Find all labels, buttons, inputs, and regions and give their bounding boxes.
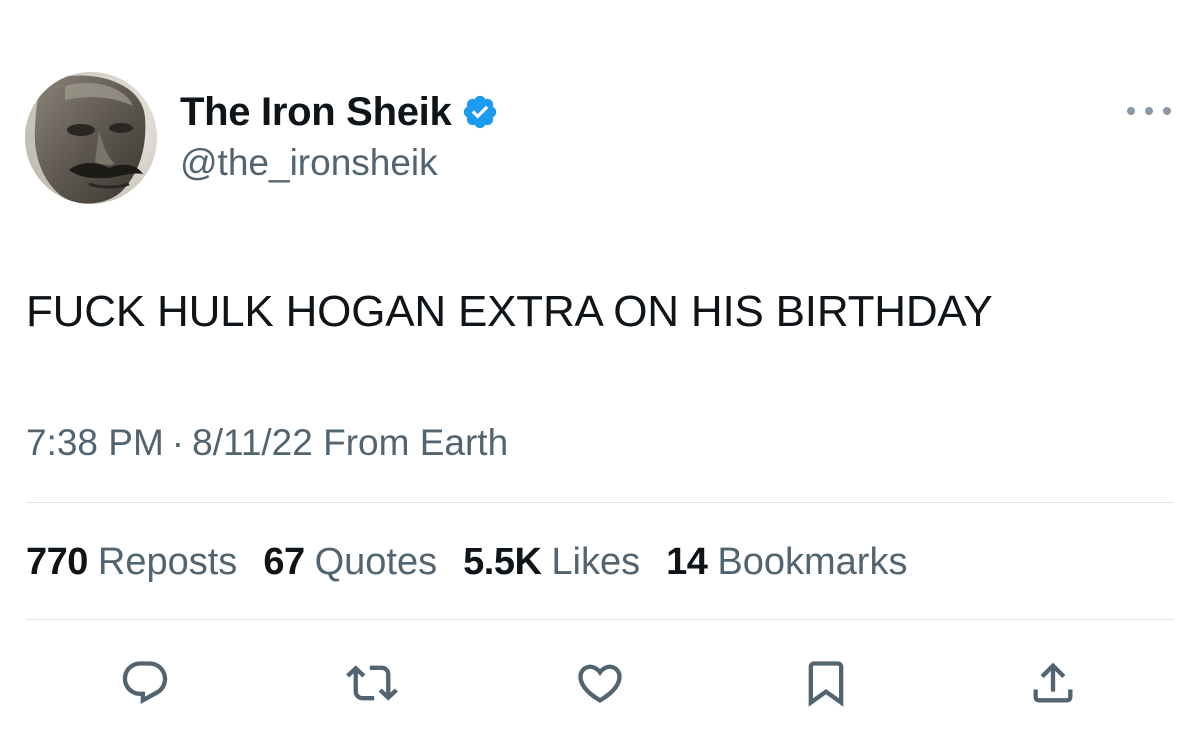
tweet-stats: 770 Reposts 67 Quotes 5.5K Likes 14 Book… <box>26 538 933 586</box>
display-name-row: The Iron Sheik <box>180 88 499 136</box>
more-dot <box>1163 107 1171 115</box>
bookmark-button[interactable] <box>798 655 854 711</box>
quotes-count: 67 <box>263 541 305 583</box>
divider <box>26 502 1174 503</box>
reposts-label: Reposts <box>97 541 238 583</box>
reply-icon <box>122 661 168 705</box>
avatar[interactable] <box>25 72 157 204</box>
quotes-stat[interactable]: 67 Quotes <box>263 538 437 586</box>
display-name[interactable]: The Iron Sheik <box>180 90 452 135</box>
reply-button[interactable] <box>117 655 173 711</box>
meta-separator: · <box>171 422 185 463</box>
share-button[interactable] <box>1025 655 1081 711</box>
more-dot <box>1145 107 1153 115</box>
bookmarks-count: 14 <box>666 541 708 583</box>
likes-label: Likes <box>551 541 641 583</box>
quotes-label: Quotes <box>314 541 438 583</box>
tweet-time[interactable]: 7:38 PM <box>26 422 164 463</box>
tweet-meta: 7:38 PM · 8/11/22 From Earth <box>26 420 508 466</box>
repost-icon <box>346 665 398 701</box>
share-icon <box>1033 662 1073 703</box>
likes-stat[interactable]: 5.5K Likes <box>463 538 640 586</box>
like-button[interactable] <box>572 655 628 711</box>
user-handle[interactable]: @the_ironsheik <box>180 142 499 184</box>
tweet-card: The Iron Sheik @the_ironsheik FUCK HULK … <box>0 0 1200 753</box>
user-names: The Iron Sheik @the_ironsheik <box>180 88 499 184</box>
verified-badge-icon[interactable] <box>461 93 499 131</box>
repost-button[interactable] <box>344 655 400 711</box>
bookmarks-label: Bookmarks <box>717 541 908 583</box>
likes-count: 5.5K <box>463 541 542 583</box>
heart-icon <box>578 664 622 703</box>
tweet-date[interactable]: 8/11/22 <box>192 422 313 463</box>
action-bar <box>0 655 1200 711</box>
more-options-icon[interactable] <box>1127 97 1171 125</box>
bookmark-icon <box>808 661 844 707</box>
reposts-count: 770 <box>26 541 88 583</box>
more-dot <box>1127 107 1135 115</box>
tweet-source: From Earth <box>323 422 509 463</box>
reposts-stat[interactable]: 770 Reposts <box>26 538 237 586</box>
divider <box>26 619 1174 620</box>
tweet-text: FUCK HULK HOGAN EXTRA ON HIS BIRTHDAY <box>26 287 993 336</box>
bookmarks-stat[interactable]: 14 Bookmarks <box>666 538 907 586</box>
